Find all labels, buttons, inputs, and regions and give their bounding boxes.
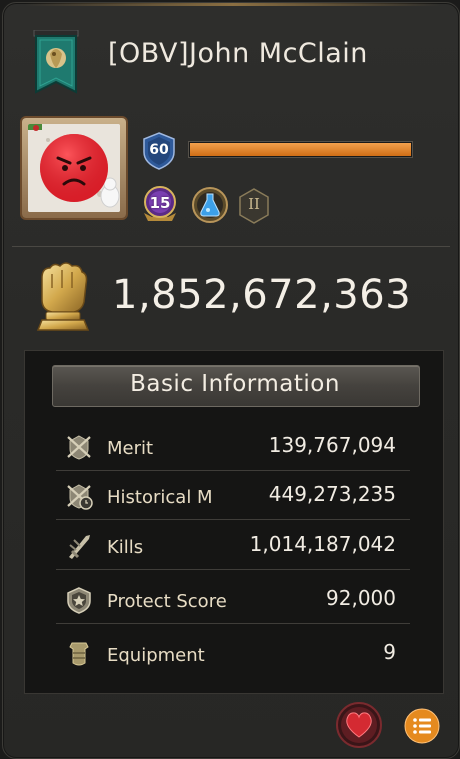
stat-row-merit: Merit 139,767,094 [56, 423, 410, 471]
xp-bar-fill [190, 143, 411, 156]
angry-face-icon [28, 124, 120, 212]
stat-row-protect-score: Protect Score 92,000 [56, 576, 410, 624]
row-divider [56, 470, 410, 471]
row-divider [56, 519, 410, 520]
xp-bar [188, 141, 413, 158]
research-flask-icon[interactable] [190, 185, 230, 225]
list-icon[interactable] [404, 708, 440, 744]
stat-label: Merit [107, 438, 154, 459]
historical-merit-icon [67, 484, 93, 510]
heart-icon[interactable] [335, 701, 383, 749]
stat-row-equipment: Equipment 9 [56, 630, 410, 678]
stat-row-kills: Kills 1,014,187,042 [56, 522, 410, 570]
avatar[interactable] [22, 118, 126, 218]
divider [12, 246, 450, 247]
power-fist-icon [36, 262, 90, 331]
merit-icon [67, 435, 91, 460]
alliance-banner-icon[interactable] [30, 30, 82, 100]
row-divider [56, 569, 410, 570]
stat-row-historical-merit: Historical M 449,273,235 [56, 472, 410, 520]
stat-label: Protect Score [107, 591, 227, 612]
rank-numeral: II [248, 195, 260, 213]
player-name: [OBV]John McClain [108, 38, 368, 69]
protect-score-icon [67, 587, 91, 614]
top-accent [25, 3, 441, 6]
kills-icon [69, 535, 90, 559]
avatar-image [28, 124, 120, 212]
equipment-icon [69, 642, 89, 666]
stat-label: Equipment [107, 645, 205, 666]
row-divider [56, 623, 410, 624]
stat-value: 9 [383, 640, 396, 664]
stat-value: 92,000 [326, 586, 396, 610]
vip-level: 15 [149, 194, 171, 212]
player-level: 60 [149, 142, 169, 158]
stat-value: 1,014,187,042 [249, 532, 396, 556]
stat-value: 449,273,235 [268, 482, 396, 506]
stat-label: Kills [107, 537, 144, 558]
stat-label: Historical M [107, 487, 213, 508]
stat-value: 139,767,094 [268, 433, 396, 457]
power-value: 1,852,672,363 [112, 272, 412, 318]
basic-information-title: Basic Information [130, 371, 340, 397]
